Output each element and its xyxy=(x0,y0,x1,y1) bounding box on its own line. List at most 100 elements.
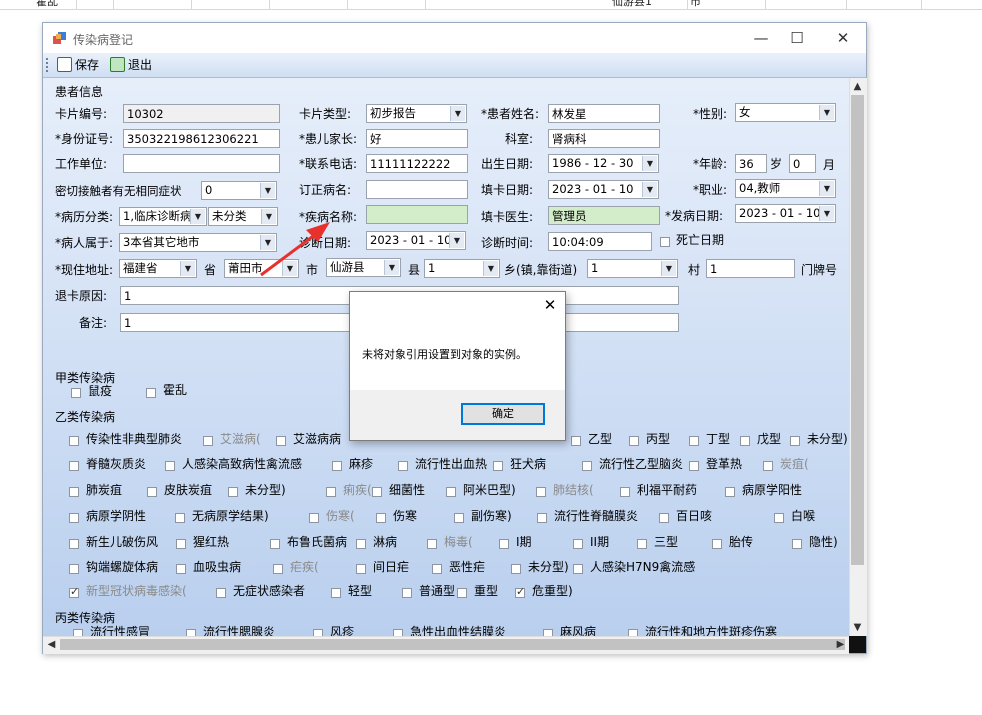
onset-date-picker[interactable]: 2023 - 01 - 10 ▼ xyxy=(735,204,836,223)
patient-name-field[interactable]: 林发星 xyxy=(548,104,660,123)
age-months-field[interactable]: 0 xyxy=(789,154,816,173)
class-b-checkbox[interactable] xyxy=(356,539,366,549)
class-c-checkbox[interactable] xyxy=(543,629,553,636)
class-b-checkbox[interactable] xyxy=(637,539,647,549)
class-b-checkbox[interactable] xyxy=(398,461,408,471)
county-select[interactable]: 仙游县 ▼ xyxy=(326,258,401,277)
class-b-checkbox[interactable] xyxy=(372,487,382,497)
class-b-checkbox[interactable] xyxy=(228,487,238,497)
class-b-checkbox[interactable] xyxy=(356,564,366,574)
diagnosis-date-picker[interactable]: 2023 - 01 - 10 ▼ xyxy=(366,231,466,250)
class-b-checkbox[interactable] xyxy=(454,513,464,523)
disease-name-field[interactable] xyxy=(366,205,468,224)
class-b-checkbox[interactable] xyxy=(536,487,546,497)
minimize-button[interactable]: — xyxy=(743,26,779,50)
class-b-checkbox[interactable] xyxy=(571,436,581,446)
class-b-checkbox[interactable] xyxy=(309,513,319,523)
class-b-checkbox[interactable] xyxy=(432,564,442,574)
class-c-checkbox[interactable] xyxy=(393,629,403,636)
class-b-checkbox[interactable] xyxy=(629,436,639,446)
class-b-checkbox[interactable] xyxy=(774,513,784,523)
class-b-checkbox[interactable] xyxy=(69,436,79,446)
class-b-checkbox[interactable] xyxy=(147,487,157,497)
exit-button[interactable]: 退出 xyxy=(108,56,152,74)
class-b-checkbox[interactable] xyxy=(457,588,467,598)
class-b-checkbox[interactable] xyxy=(659,513,669,523)
age-years-field[interactable]: 36 xyxy=(735,154,767,173)
class-b-checkbox[interactable] xyxy=(689,436,699,446)
class-b-checkbox[interactable] xyxy=(620,487,630,497)
class-b-checkbox[interactable] xyxy=(165,461,175,471)
fill-date-picker[interactable]: 2023 - 01 - 10 ▼ xyxy=(548,180,659,199)
class-b-checkbox[interactable] xyxy=(537,513,547,523)
class-b-checkbox[interactable] xyxy=(175,513,185,523)
class-c-checkbox[interactable] xyxy=(73,629,83,636)
class-b-checkbox[interactable] xyxy=(499,539,509,549)
town-select[interactable]: 1 ▼ xyxy=(424,259,500,278)
class-b-checkbox[interactable] xyxy=(276,436,286,446)
class-c-checkbox[interactable] xyxy=(186,629,196,636)
card-no-field[interactable]: 10302 xyxy=(123,104,280,123)
class-b-checkbox[interactable] xyxy=(69,461,79,471)
sex-select[interactable]: 女 ▼ xyxy=(735,103,836,122)
class-b-checkbox[interactable] xyxy=(763,461,773,471)
class-b-checkbox[interactable] xyxy=(331,588,341,598)
city-select[interactable]: 莆田市 ▼ xyxy=(224,259,299,278)
cholera-checkbox[interactable] xyxy=(146,388,156,398)
scroll-left-icon[interactable]: ◀ xyxy=(43,636,60,653)
class-b-checkbox[interactable] xyxy=(446,487,456,497)
class-b-checkbox[interactable] xyxy=(712,539,722,549)
house-number-field[interactable]: 1 xyxy=(706,259,795,278)
class-b-checkbox[interactable] xyxy=(515,585,525,598)
death-date-checkbox[interactable] xyxy=(660,237,670,247)
class-b-checkbox[interactable] xyxy=(573,564,583,574)
class-b-checkbox[interactable] xyxy=(427,539,437,549)
parent-field[interactable]: 好 xyxy=(366,129,468,148)
scroll-right-icon[interactable]: ▶ xyxy=(832,636,849,653)
class-b-checkbox[interactable] xyxy=(332,461,342,471)
scroll-up-icon[interactable]: ▲ xyxy=(849,78,866,95)
horizontal-scroll-thumb[interactable] xyxy=(60,639,845,650)
dialog-ok-button[interactable]: 确定 xyxy=(461,403,545,425)
class-b-checkbox[interactable] xyxy=(790,436,800,446)
revised-disease-field[interactable] xyxy=(366,180,468,199)
class-c-checkbox[interactable] xyxy=(628,629,638,636)
doctor-field[interactable]: 管理员 xyxy=(548,206,660,225)
class-b-checkbox[interactable] xyxy=(69,585,79,598)
class-b-checkbox[interactable] xyxy=(511,564,521,574)
province-select[interactable]: 福建省 ▼ xyxy=(119,259,197,278)
class-b-checkbox[interactable] xyxy=(740,436,750,446)
class-c-checkbox[interactable] xyxy=(313,629,323,636)
class-b-checkbox[interactable] xyxy=(326,487,336,497)
class-b-checkbox[interactable] xyxy=(216,588,226,598)
class-b-checkbox[interactable] xyxy=(69,564,79,574)
department-field[interactable]: 肾病科 xyxy=(548,129,660,148)
class-b-checkbox[interactable] xyxy=(69,487,79,497)
class-b-checkbox[interactable] xyxy=(582,461,592,471)
class-b-checkbox[interactable] xyxy=(273,564,283,574)
class-b-checkbox[interactable] xyxy=(792,539,802,549)
diagnosis-time-field[interactable]: 10:04:09 xyxy=(548,232,652,251)
patient-belong-select[interactable]: 3本省其它地市 ▼ xyxy=(119,233,277,252)
close-button[interactable]: ✕ xyxy=(825,26,861,50)
class-b-checkbox[interactable] xyxy=(376,513,386,523)
class-b-checkbox[interactable] xyxy=(573,539,583,549)
id-number-field[interactable]: 350322198612306221 xyxy=(123,129,280,148)
plague-checkbox[interactable] xyxy=(71,388,81,398)
close-contact-select[interactable]: 0 ▼ xyxy=(201,181,277,200)
class-b-checkbox[interactable] xyxy=(725,487,735,497)
case-class-select[interactable]: 1,临床诊断病 ▼ xyxy=(119,207,207,226)
toolbar-grip-icon[interactable] xyxy=(46,58,50,72)
work-unit-field[interactable] xyxy=(123,154,280,173)
maximize-button[interactable]: ☐ xyxy=(779,26,815,50)
scroll-down-icon[interactable]: ▼ xyxy=(849,619,866,636)
phone-field[interactable]: 11111122222 xyxy=(366,154,468,173)
class-b-checkbox[interactable] xyxy=(176,539,186,549)
village-select[interactable]: 1 ▼ xyxy=(587,259,678,278)
birth-date-picker[interactable]: 1986 - 12 - 30 ▼ xyxy=(548,154,659,173)
class-b-checkbox[interactable] xyxy=(203,436,213,446)
class-b-checkbox[interactable] xyxy=(493,461,503,471)
class-b-checkbox[interactable] xyxy=(69,513,79,523)
occupation-select[interactable]: 04,教师 ▼ xyxy=(735,179,836,198)
save-button[interactable]: 保存 xyxy=(55,56,99,74)
